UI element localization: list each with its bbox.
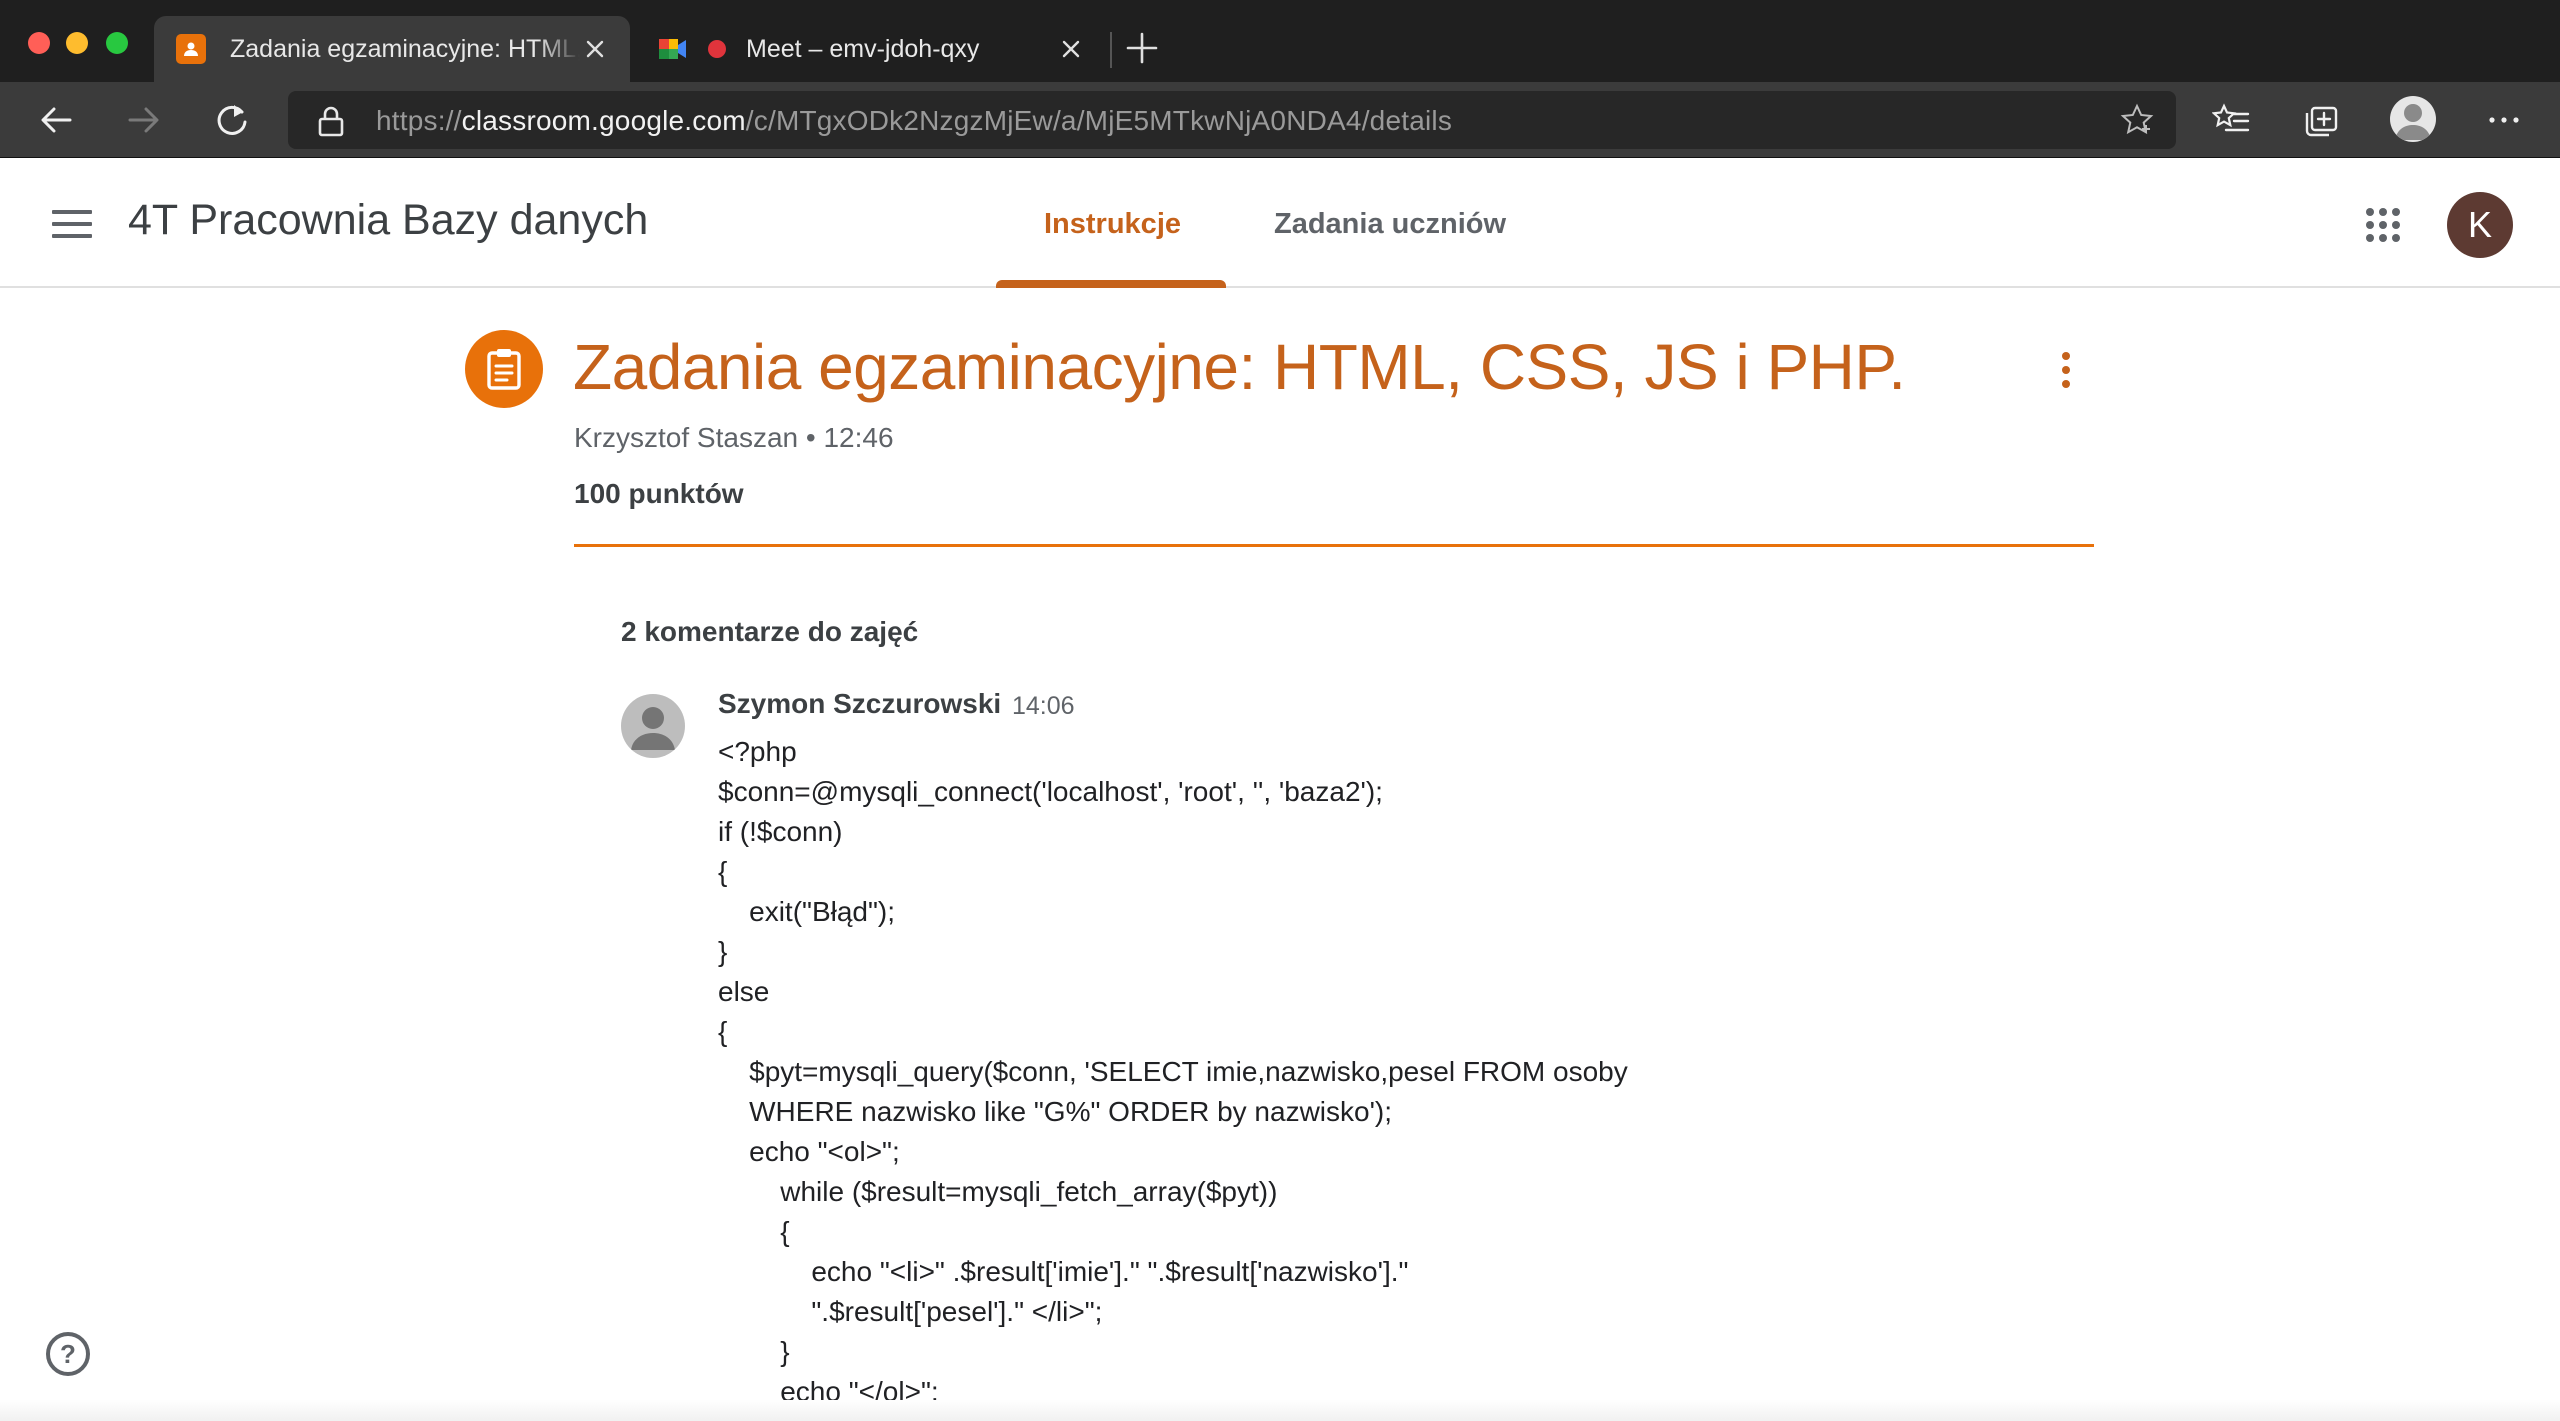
class-comments-count[interactable]: 2 komentarze do zajęć (621, 616, 918, 648)
comment-line: WHERE nazwisko like "G%" ORDER by nazwis… (718, 1096, 1393, 1127)
comment-line: if (!$conn) (718, 816, 843, 847)
assignment-author: Krzysztof Staszan (574, 422, 799, 453)
lock-icon[interactable] (316, 105, 346, 137)
favorites-icon[interactable] (2212, 100, 2252, 140)
comment-line: <?php (718, 736, 797, 767)
comment-line: echo "<ol>"; (718, 1136, 900, 1167)
minimize-window-button[interactable] (66, 32, 88, 54)
recording-indicator-icon (708, 40, 726, 58)
browser-toolbar: https://classroom.google.com/c/MTgxODk2N… (0, 82, 2560, 158)
tab-classroom[interactable]: Zadania egzaminacyjne: HTML, CSS, JS i P… (154, 16, 630, 82)
assignment-title: Zadania egzaminacyjne: HTML, CSS, JS i P… (573, 331, 1906, 403)
close-tab-icon[interactable] (584, 38, 606, 60)
help-icon[interactable]: ? (46, 1332, 90, 1376)
comment-line: $pyt=mysqli_query($conn, 'SELECT imie,na… (718, 1056, 1628, 1087)
url-host: classroom.google.com (461, 105, 746, 136)
tab-title: Meet – emv-jdoh-qxy (746, 34, 980, 63)
comment-line: else (718, 976, 770, 1007)
comment-body: <?php $conn=@mysqli_connect('localhost', … (718, 732, 1628, 1412)
assignment-time: 12:46 (823, 422, 894, 453)
tab-meet[interactable]: Meet – emv-jdoh-qxy (636, 16, 1106, 82)
classroom-header: 4T Pracownia Bazy danych Instrukcje Zada… (0, 158, 2560, 288)
comment-line: while ($result=mysqli_fetch_array($pyt)) (718, 1176, 1278, 1207)
comment-line: { (718, 1016, 728, 1047)
page-bottom-edge (0, 1400, 2560, 1421)
close-tab-icon[interactable] (1060, 38, 1082, 60)
tab-bar: Zadania egzaminacyjne: HTML, CSS, JS i P… (0, 0, 2560, 82)
maximize-window-button[interactable] (106, 32, 128, 54)
comment-line: } (718, 936, 728, 967)
address-bar[interactable]: https://classroom.google.com/c/MTgxODk2N… (288, 91, 2176, 149)
new-tab-icon[interactable] (1124, 30, 1160, 66)
comment-line: { (718, 1216, 790, 1247)
reload-icon[interactable] (212, 100, 252, 140)
classroom-icon (176, 34, 206, 64)
forward-icon[interactable] (124, 100, 164, 140)
more-vert-icon[interactable] (2060, 352, 2072, 392)
assignment-meta: Krzysztof Staszan • 12:46 (574, 422, 894, 454)
assignment-icon (465, 330, 543, 408)
commenter-avatar (621, 694, 685, 758)
browser-window: Zadania egzaminacyjne: HTML, CSS, JS i P… (0, 0, 2560, 1421)
url-text[interactable]: https://classroom.google.com/c/MTgxODk2N… (376, 105, 1452, 137)
main-menu-icon[interactable] (52, 210, 92, 240)
close-window-button[interactable] (28, 32, 50, 54)
collections-icon[interactable] (2302, 100, 2342, 140)
add-favorite-star-icon[interactable] (2120, 103, 2154, 137)
tab-student-work[interactable]: Zadania uczniów (1274, 208, 1506, 241)
browser-profile-icon[interactable] (2390, 96, 2436, 142)
url-scheme: https:// (376, 105, 462, 136)
active-tab-indicator (996, 280, 1226, 288)
class-name[interactable]: 4T Pracownia Bazy danych (128, 196, 648, 245)
meet-icon (658, 34, 688, 64)
comment-line: echo "<li>" .$result['imie']." ".$result… (718, 1256, 1409, 1287)
url-path: /c/MTgxODk2NzgzMjEw/a/MjE5MTkwNjA0NDA4/d… (745, 105, 1453, 136)
comment-line: { (718, 856, 728, 887)
comment-author: Szymon Szczurowski (718, 688, 1002, 719)
assignment-divider (574, 544, 2094, 547)
meta-separator: • (805, 422, 816, 453)
back-icon[interactable] (36, 100, 76, 140)
google-apps-icon[interactable] (2366, 208, 2400, 242)
comment-line: } (718, 1336, 790, 1367)
assignment-points: 100 punktów (574, 478, 744, 509)
comment-line: $conn=@mysqli_connect('localhost', 'root… (718, 776, 1383, 807)
more-options-icon[interactable] (2484, 100, 2524, 140)
user-avatar[interactable]: K (2447, 192, 2513, 258)
tab-separator (1110, 32, 1112, 68)
tab-instructions[interactable]: Instrukcje (1044, 208, 1181, 241)
tab-title: Zadania egzaminacyjne: HTML, CSS, JS i P… (230, 34, 580, 63)
comment-line: ".$result['pesel']." </li>"; (718, 1296, 1103, 1327)
comment-line: exit("Błąd"); (718, 896, 896, 927)
comment-time: 14:06 (1012, 692, 1075, 720)
